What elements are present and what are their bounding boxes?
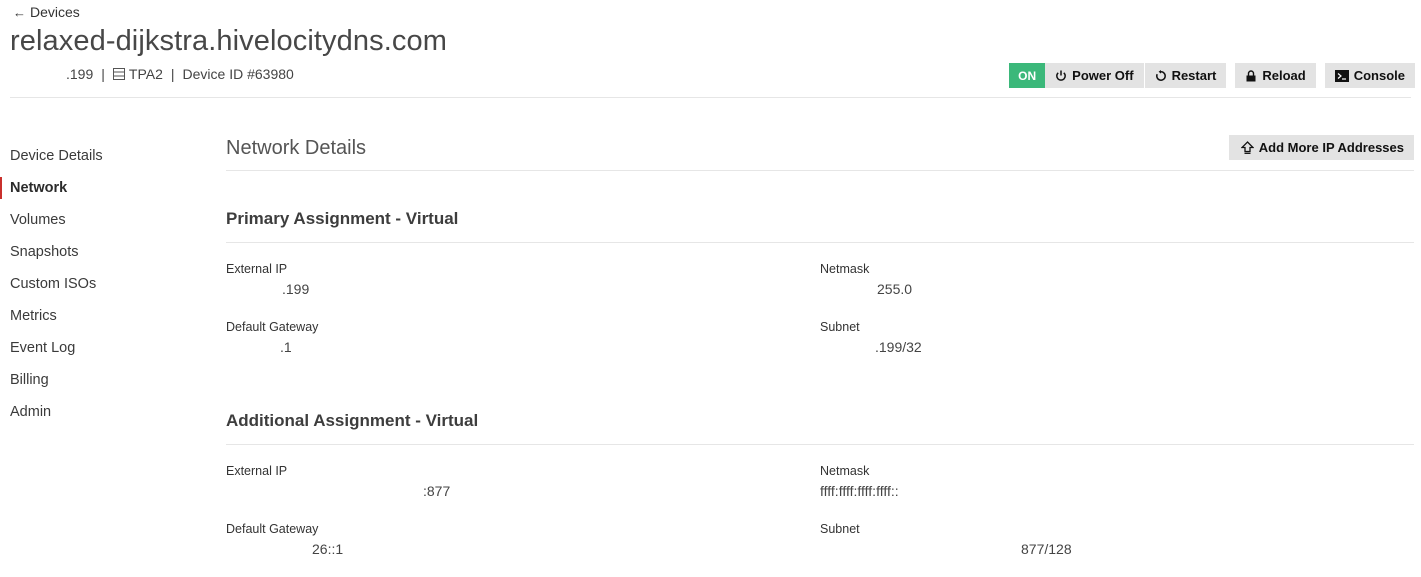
device-ip: .199 [66,66,94,82]
sidebar-item-volumes[interactable]: Volumes [0,204,200,236]
arrow-left-icon: ← [13,4,26,20]
server-icon [112,68,125,80]
device-hostname: relaxed-dijkstra.hivelocitydns.com [10,25,447,57]
restart-label: Restart [1171,68,1217,83]
terminal-icon [1334,69,1349,82]
external-ip-field: External IP .199 [226,262,820,320]
sidebar-item-network[interactable]: Network [0,177,200,199]
sidebar-nav: Device Details Network Volumes Snapshots… [0,140,200,428]
section-title: Primary Assignment - Virtual [226,171,1414,243]
field-value: 877/128 [1021,541,1072,557]
additional-fields: External IP :877 Netmask ffff:ffff:ffff:… [226,445,1414,577]
sidebar-item-admin[interactable]: Admin [0,396,200,428]
subnet-field: Subnet .199/32 [820,320,1414,378]
console-button[interactable]: Console [1324,63,1415,88]
field-value: ffff:ffff:ffff:ffff:: [820,483,899,499]
meta-separator: | [170,66,175,82]
power-status-badge: ON [1009,63,1046,88]
field-label: Netmask [820,262,870,276]
sidebar-item-device-details[interactable]: Device Details [0,140,200,172]
restart-icon [1155,69,1166,81]
field-value: :877 [423,483,451,499]
add-ip-addresses-button[interactable]: Add More IP Addresses [1228,134,1414,160]
subnet-field: Subnet 877/128 [820,522,1414,577]
lock-icon [1246,69,1256,81]
field-label: Subnet [820,522,860,536]
back-to-devices-link[interactable]: ← Devices [13,4,80,20]
power-off-button[interactable]: Power Off [1045,63,1144,88]
add-ip-label: Add More IP Addresses [1258,139,1404,155]
sidebar-item-event-log[interactable]: Event Log [0,332,200,364]
device-actions: ON Power Off Restart Reload Console [1009,63,1415,88]
panel-header: Network Details Add More IP Addresses [226,126,1414,171]
sidebar-item-custom-isos[interactable]: Custom ISOs [0,268,200,300]
console-label: Console [1353,68,1405,83]
section-title: Additional Assignment - Virtual [226,378,1414,445]
primary-fields: External IP .199 Netmask 255.0 Default G… [226,243,1414,378]
default-gateway-field: Default Gateway 26::1 [226,522,820,577]
field-label: External IP [226,262,288,276]
field-value: 26::1 [312,541,344,557]
default-gateway-field: Default Gateway .1 [226,320,820,378]
power-icon [1056,70,1067,81]
sidebar-item-metrics[interactable]: Metrics [0,300,200,332]
field-label: Default Gateway [226,522,319,536]
sidebar-item-snapshots[interactable]: Snapshots [0,236,200,268]
external-ip-field: External IP :877 [226,464,820,522]
device-id: Device ID #63980 [182,66,294,82]
primary-assignment-section: Primary Assignment - Virtual External IP… [226,171,1414,378]
additional-assignment-section: Additional Assignment - Virtual External… [226,378,1414,577]
sidebar-item-billing[interactable]: Billing [0,364,200,396]
netmask-field: Netmask 255.0 [820,262,1414,320]
field-value: 255.0 [877,281,913,297]
back-link-label: Devices [30,4,80,20]
header-divider [10,97,1411,98]
restart-button[interactable]: Restart [1144,63,1227,88]
field-label: Netmask [820,464,870,478]
device-location: TPA2 [128,66,163,82]
field-label: Default Gateway [226,320,319,334]
reload-button[interactable]: Reload [1235,63,1316,88]
upload-arrow-icon [1240,140,1254,154]
field-value: .199/32 [875,339,922,355]
power-off-label: Power Off [1072,68,1134,83]
reload-label: Reload [1262,68,1306,83]
netmask-field: Netmask ffff:ffff:ffff:ffff:: [820,464,1414,522]
field-value: .1 [280,339,292,355]
field-label: Subnet [820,320,860,334]
field-label: External IP [226,464,288,478]
meta-separator: | [101,66,105,82]
page-title: Network Details [226,136,367,159]
device-meta: .199 | TPA2 | Device ID #63980 [10,66,294,82]
field-value: .199 [282,281,310,297]
network-details-panel: Network Details Add More IP Addresses Pr… [226,126,1414,577]
